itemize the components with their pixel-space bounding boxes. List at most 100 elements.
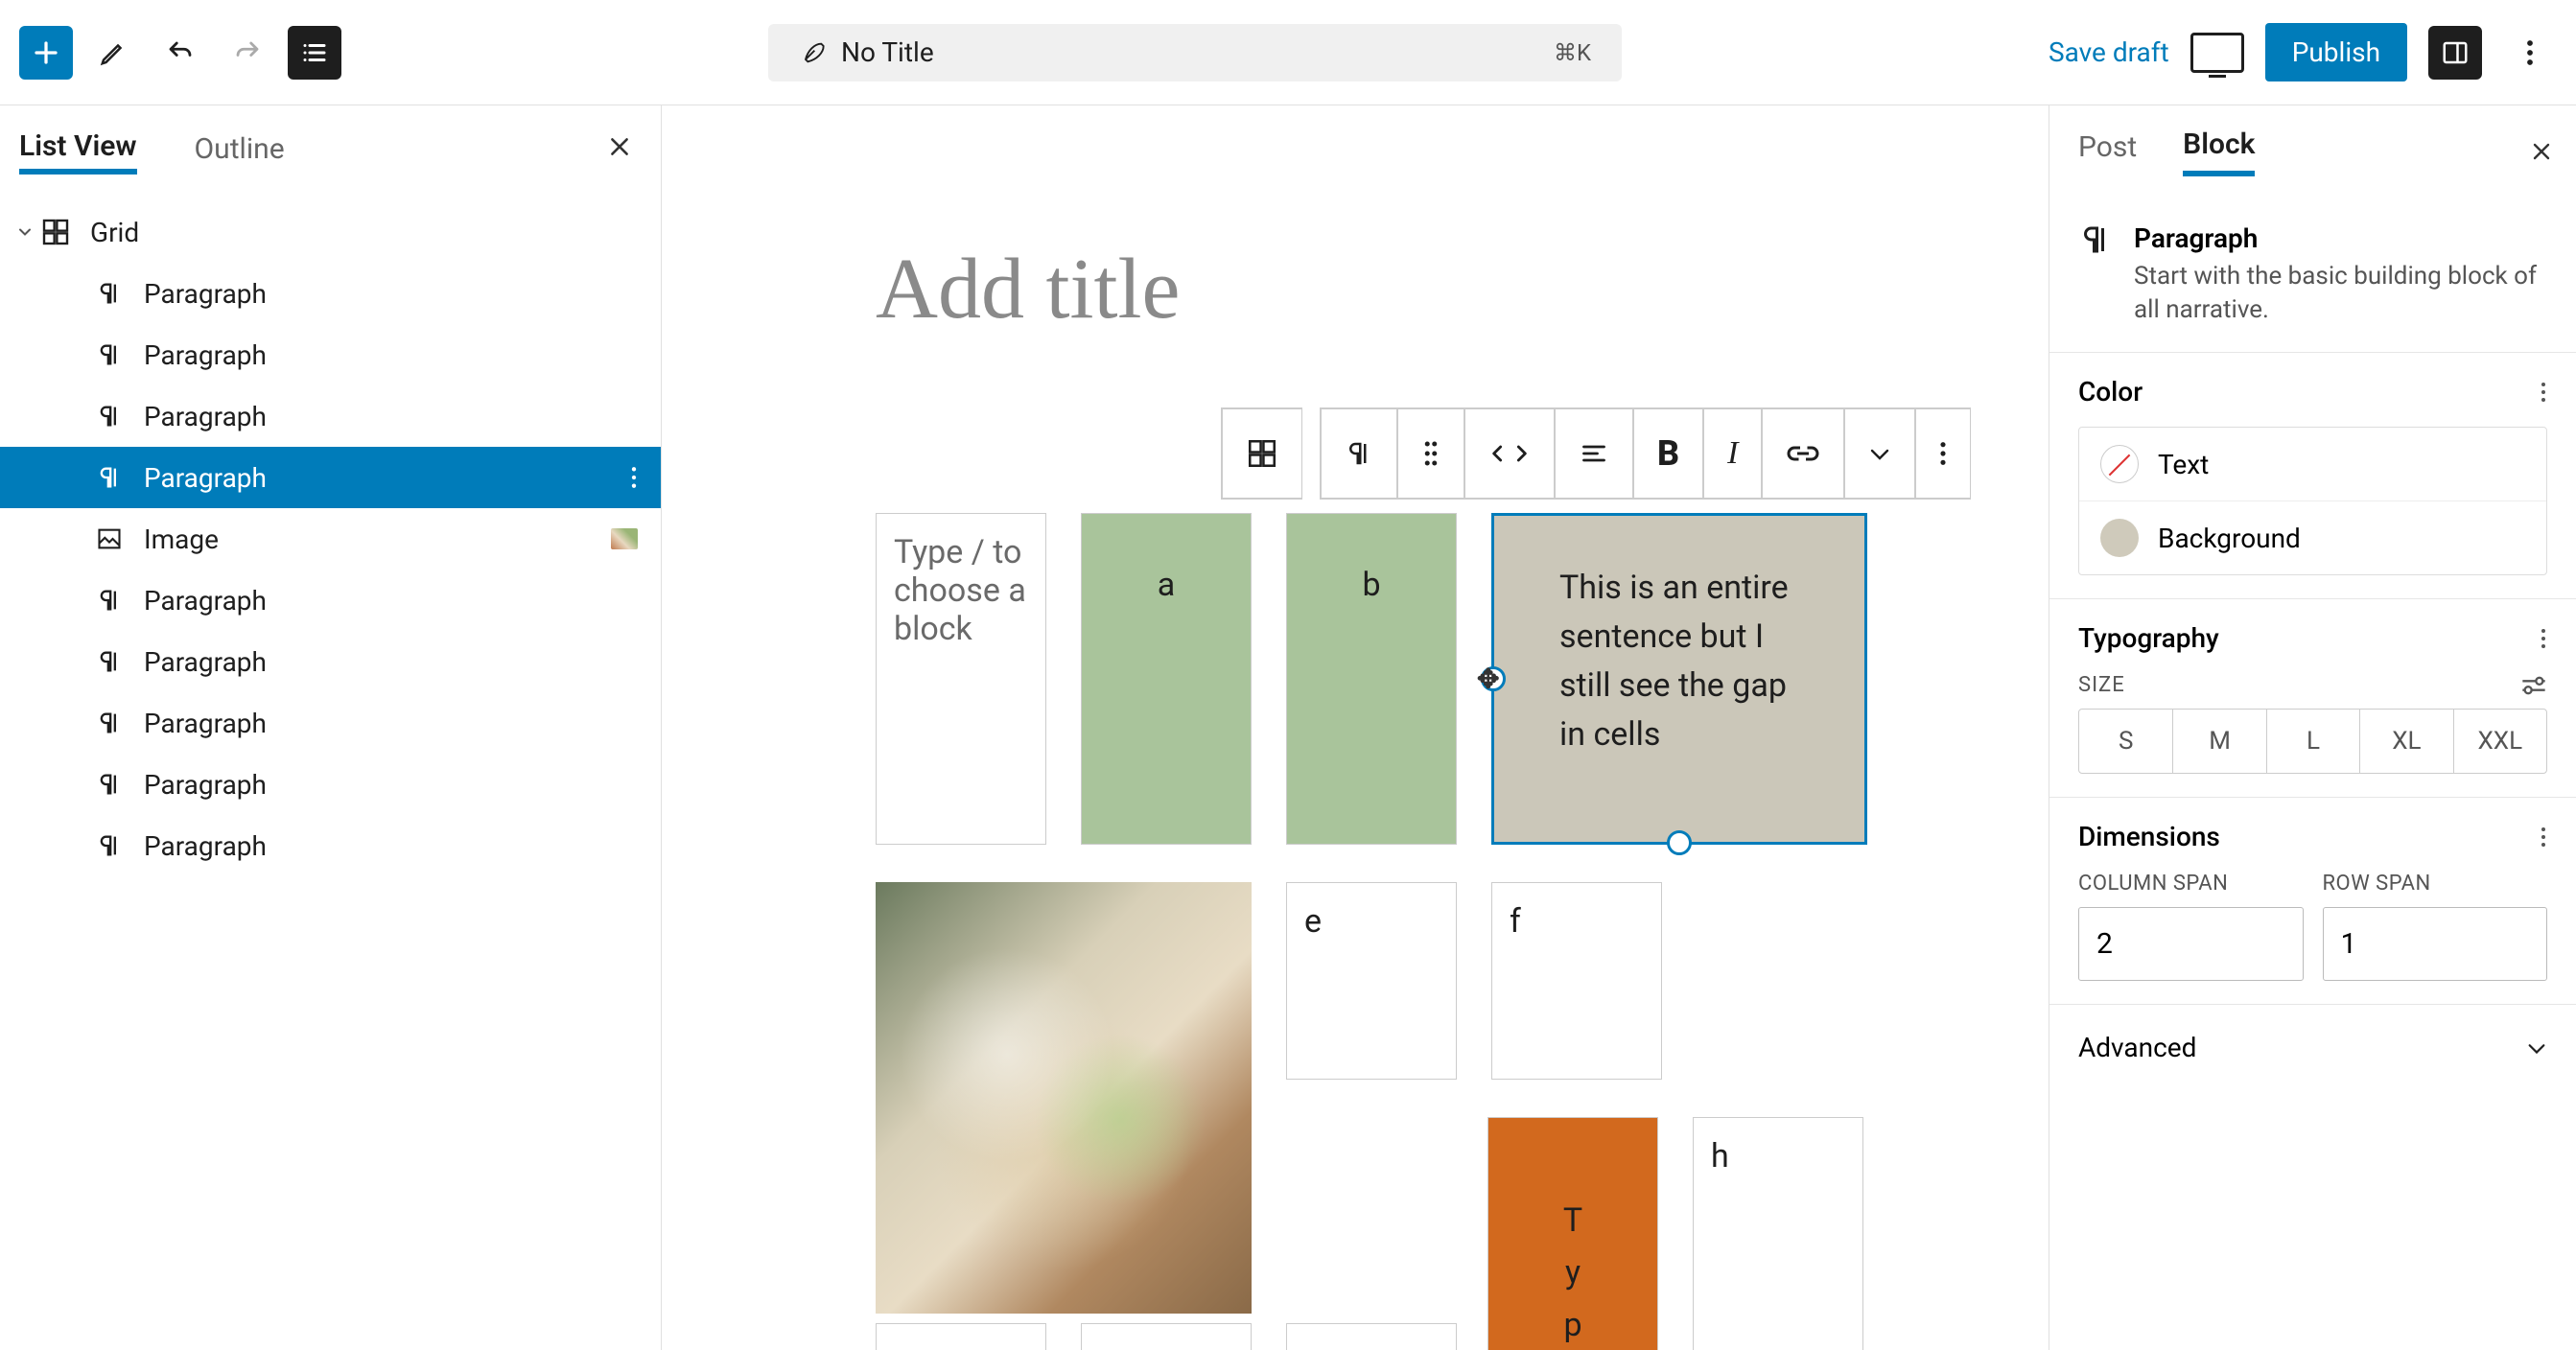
title-placeholder[interactable]: Add title — [876, 240, 1180, 338]
sliders-icon — [2520, 676, 2547, 695]
grid-cell-b[interactable]: b — [1286, 513, 1457, 845]
grid-row-4 — [876, 1323, 1457, 1350]
save-draft-button[interactable]: Save draft — [2049, 36, 2169, 68]
italic-button[interactable]: I — [1703, 408, 1762, 499]
size-xxl[interactable]: XXL — [2453, 710, 2546, 773]
tree-row-grid[interactable]: Grid — [0, 201, 661, 263]
section-options-button[interactable] — [2540, 381, 2547, 404]
section-options-button[interactable] — [2540, 826, 2547, 849]
grid-cell-empty[interactable] — [1081, 1323, 1252, 1350]
tree-row-paragraph[interactable]: Paragraph — [0, 324, 661, 385]
add-block-button[interactable] — [19, 26, 73, 80]
grid-cell-f[interactable]: f — [1491, 882, 1662, 1080]
row-options-button[interactable] — [630, 465, 638, 490]
preview-button[interactable] — [2190, 33, 2244, 73]
tree-row-paragraph-selected[interactable]: Paragraph — [0, 447, 661, 508]
toolbar-right: Save draft Publish — [2049, 23, 2557, 81]
grid-cell-selected[interactable]: This is an entire sentence but I still s… — [1491, 513, 1867, 845]
tree-row-paragraph[interactable]: Paragraph — [0, 815, 661, 876]
block-desc: Start with the basic building block of a… — [2134, 260, 2547, 327]
sidebar-icon — [2441, 38, 2470, 67]
publish-button[interactable]: Publish — [2265, 23, 2407, 81]
grid-cell-h[interactable]: h — [1693, 1117, 1863, 1350]
align-button[interactable] — [1555, 408, 1633, 499]
paragraph-icon — [92, 767, 127, 802]
document-title-bar[interactable]: No Title ⌘K — [768, 24, 1622, 81]
doc-title-text: No Title — [841, 36, 934, 68]
swatch-icon — [2100, 519, 2139, 557]
paragraph-icon — [92, 399, 127, 433]
options-button[interactable] — [2503, 26, 2557, 80]
device-icon — [2190, 33, 2244, 73]
tree-row-paragraph[interactable]: Paragraph — [0, 385, 661, 447]
grid-cell-orange[interactable]: T y p e / — [1487, 1117, 1658, 1350]
size-settings-button[interactable] — [2520, 676, 2547, 695]
kebab-icon — [2540, 826, 2547, 849]
feather-icon — [799, 39, 826, 66]
parent-block-button[interactable] — [1221, 407, 1302, 500]
undo-button[interactable] — [153, 26, 207, 80]
tab-post[interactable]: Post — [2078, 130, 2137, 174]
edit-button[interactable] — [86, 26, 140, 80]
tree-row-paragraph[interactable]: Paragraph — [0, 570, 661, 631]
grid-cell-empty[interactable] — [876, 1323, 1046, 1350]
tree-row-paragraph[interactable]: Paragraph — [0, 754, 661, 815]
column-span-input[interactable] — [2078, 907, 2304, 981]
close-settings-button[interactable] — [2530, 140, 2553, 163]
document-overview-button[interactable] — [288, 26, 341, 80]
paragraph-icon — [2078, 222, 2113, 261]
size-s[interactable]: S — [2079, 710, 2172, 773]
block-name: Paragraph — [2134, 222, 2547, 254]
move-buttons[interactable] — [1464, 408, 1555, 499]
grid-cell-a[interactable]: a — [1081, 513, 1252, 845]
tree-label: Paragraph — [144, 462, 267, 494]
link-button[interactable] — [1762, 408, 1844, 499]
tree-row-image[interactable]: Image — [0, 508, 661, 570]
size-l[interactable]: L — [2266, 710, 2359, 773]
bold-button[interactable]: B — [1633, 408, 1703, 499]
grid-cell-image[interactable] — [876, 882, 1252, 1314]
grid-cell-empty[interactable]: Type / to choose a block — [876, 513, 1046, 845]
more-formatting-button[interactable] — [1844, 408, 1915, 499]
background-color-button[interactable]: Background — [2079, 500, 2546, 574]
list-view-panel: List View Outline Grid Paragraph Paragra… — [0, 105, 662, 1350]
tree-row-paragraph[interactable]: Paragraph — [0, 692, 661, 754]
color-label: Text — [2158, 449, 2209, 480]
tab-outline[interactable]: Outline — [195, 132, 285, 172]
redo-button[interactable] — [221, 26, 274, 80]
close-panel-button[interactable] — [607, 134, 632, 159]
grid-block: Type / to choose a block a b This is an … — [876, 513, 1867, 845]
size-picker: S M L XL XXL — [2078, 709, 2547, 774]
chevron-down-icon — [12, 222, 38, 242]
tab-list-view[interactable]: List View — [19, 129, 137, 175]
image-icon — [92, 522, 127, 556]
transform-button[interactable] — [1321, 408, 1397, 499]
row-span-input[interactable] — [2323, 907, 2548, 981]
drag-handle[interactable] — [1397, 408, 1464, 499]
block-options-button[interactable] — [1915, 408, 1970, 499]
text-color-button[interactable]: Text — [2079, 428, 2546, 500]
undo-icon — [164, 38, 197, 67]
resize-handle-bottom[interactable] — [1667, 830, 1692, 855]
link-icon — [1786, 440, 1820, 467]
tree-row-paragraph[interactable]: Paragraph — [0, 631, 661, 692]
settings-toggle-button[interactable] — [2428, 26, 2482, 80]
section-options-button[interactable] — [2540, 627, 2547, 650]
section-title: Dimensions — [2078, 821, 2220, 852]
grid-cell-empty[interactable] — [1286, 1323, 1457, 1350]
size-m[interactable]: M — [2172, 710, 2265, 773]
grid-cell-e[interactable]: e — [1286, 882, 1457, 1080]
typography-section: Typography SIZE S M L XL XXL — [2049, 599, 2576, 798]
advanced-section-toggle[interactable]: Advanced — [2049, 1005, 2576, 1090]
plus-icon — [32, 38, 60, 67]
swatch-none-icon — [2100, 445, 2139, 483]
tree-label: Paragraph — [144, 708, 267, 739]
tree-row-paragraph[interactable]: Paragraph — [0, 263, 661, 324]
paragraph-icon — [92, 828, 127, 863]
tab-block[interactable]: Block — [2183, 128, 2255, 176]
kebab-icon — [1939, 440, 1947, 467]
close-icon — [2530, 140, 2553, 163]
tree-label: Paragraph — [144, 769, 267, 801]
size-xl[interactable]: XL — [2359, 710, 2452, 773]
chevrons-icon — [1488, 440, 1531, 467]
